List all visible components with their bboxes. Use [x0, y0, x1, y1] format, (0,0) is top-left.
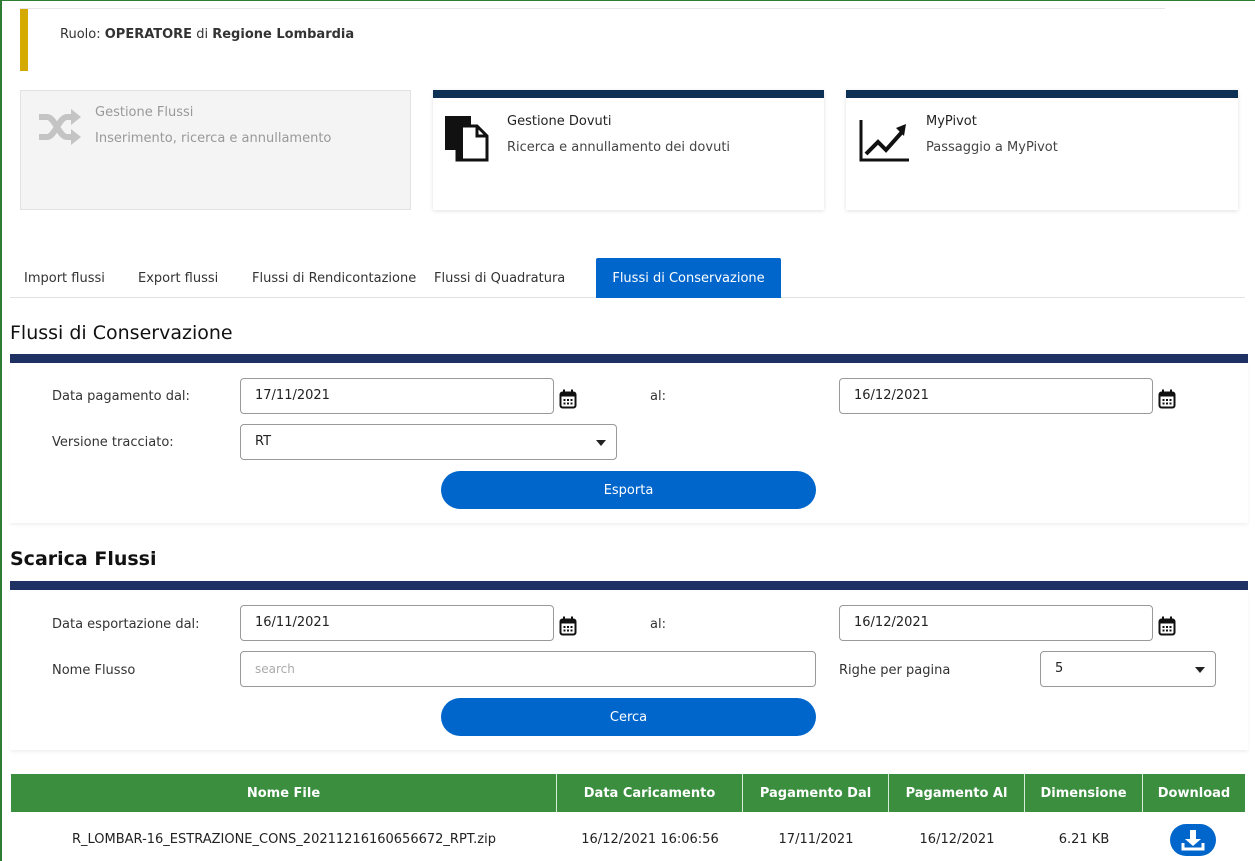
card-subtitle: Passaggio a MyPivot [926, 140, 1058, 155]
cell-payment-from: 17/11/2021 [778, 832, 854, 847]
scarica-form: Data esportazione dal: 16/11/2021 al: 16… [10, 590, 1248, 750]
card-gestione-dovuti[interactable]: Gestione Dovuti Ricerca e annullamento d… [433, 90, 824, 210]
export-button[interactable]: Esporta [441, 471, 816, 509]
column-header-payment-from: Pagamento Dal [743, 774, 889, 812]
conservazione-form: Data pagamento dal: 17/11/2021 al: 16/12… [10, 363, 1248, 523]
calendar-icon[interactable] [559, 389, 577, 409]
payment-date-to-input[interactable]: 16/12/2021 [839, 378, 1153, 414]
version-select[interactable]: RT [240, 424, 617, 460]
column-header-file-name: Nome File [11, 774, 557, 812]
shuffle-icon [39, 109, 81, 145]
tab-export-flussi[interactable]: Export flussi [124, 258, 232, 298]
section-title-scarica: Scarica Flussi [10, 548, 157, 570]
trending-chart-icon [859, 120, 909, 162]
cell-payment-to: 16/12/2021 [919, 832, 995, 847]
cell-file-name: R_LOMBAR-16_ESTRAZIONE_CONS_202112161606… [71, 832, 496, 847]
table-row: R_LOMBAR-16_ESTRAZIONE_CONS_202112161606… [11, 812, 1245, 861]
role-accent-bar [20, 9, 28, 71]
column-header-payment-to: Pagamento Al [889, 774, 1025, 812]
cell-size: 6.21 KB [1058, 832, 1110, 847]
export-date-from-input[interactable]: 16/11/2021 [240, 605, 554, 641]
card-gestione-flussi: Gestione Flussi Inserimento, ricerca e a… [20, 90, 411, 210]
tab-import-flussi[interactable]: Import flussi [10, 258, 119, 298]
card-subtitle: Inserimento, ricerca e annullamento [95, 131, 332, 146]
chevron-down-icon [596, 440, 606, 446]
role-bar: Ruolo: OPERATORE di Regione Lombardia [20, 8, 1165, 71]
role-name: OPERATORE [104, 27, 193, 42]
card-title: Gestione Dovuti [507, 114, 612, 129]
export-date-to-input[interactable]: 16/12/2021 [839, 605, 1153, 641]
tab-flussi-rendicontazione[interactable]: Flussi di Rendicontazione [238, 258, 430, 298]
date-to-label: al: [650, 389, 666, 404]
section-title-conservazione: Flussi di Conservazione [10, 322, 233, 344]
cell-upload-date: 16/12/2021 16:06:56 [581, 832, 719, 847]
section-bar [10, 354, 1248, 363]
download-button[interactable] [1170, 824, 1216, 856]
calendar-icon[interactable] [559, 616, 577, 636]
tab-flussi-conservazione[interactable]: Flussi di Conservazione [596, 258, 781, 298]
export-date-to-label: al: [650, 617, 666, 632]
cell-download [1143, 812, 1245, 861]
card-title: MyPivot [926, 114, 977, 129]
tab-bar: Import flussi Export flussi Flussi di Re… [10, 258, 1245, 298]
column-header-download: Download [1157, 786, 1231, 801]
tab-flussi-quadratura[interactable]: Flussi di Quadratura [420, 258, 579, 298]
rows-per-page-label: Righe per pagina [839, 663, 951, 678]
download-icon [1181, 830, 1205, 851]
flow-name-label: Nome Flusso [52, 663, 136, 678]
calendar-icon[interactable] [1158, 616, 1176, 636]
section-bar [10, 581, 1248, 590]
calendar-icon[interactable] [1158, 389, 1176, 409]
search-button[interactable]: Cerca [441, 698, 816, 736]
role-entity: Regione Lombardia [212, 27, 355, 42]
payment-date-from-input[interactable]: 17/11/2021 [240, 378, 554, 414]
card-subtitle: Ricerca e annullamento dei dovuti [507, 140, 731, 155]
card-mypivot[interactable]: MyPivot Passaggio a MyPivot [846, 90, 1238, 210]
card-title: Gestione Flussi [95, 105, 194, 120]
flow-name-search-input[interactable]: search [240, 651, 816, 687]
column-header-size: Dimensione [1025, 774, 1143, 812]
documents-icon [445, 116, 489, 162]
rows-per-page-select[interactable]: 5 [1040, 651, 1216, 687]
version-label: Versione tracciato: [52, 435, 174, 450]
date-from-label: Data pagamento dal: [52, 389, 190, 404]
table-header: Nome File Data Caricamento Pagamento Dal… [11, 774, 1245, 812]
export-date-from-label: Data esportazione dal: [52, 617, 200, 632]
chevron-down-icon [1195, 667, 1205, 673]
role-text: Ruolo: OPERATORE di Regione Lombardia [60, 27, 355, 42]
column-header-upload-date: Data Caricamento [557, 774, 743, 812]
